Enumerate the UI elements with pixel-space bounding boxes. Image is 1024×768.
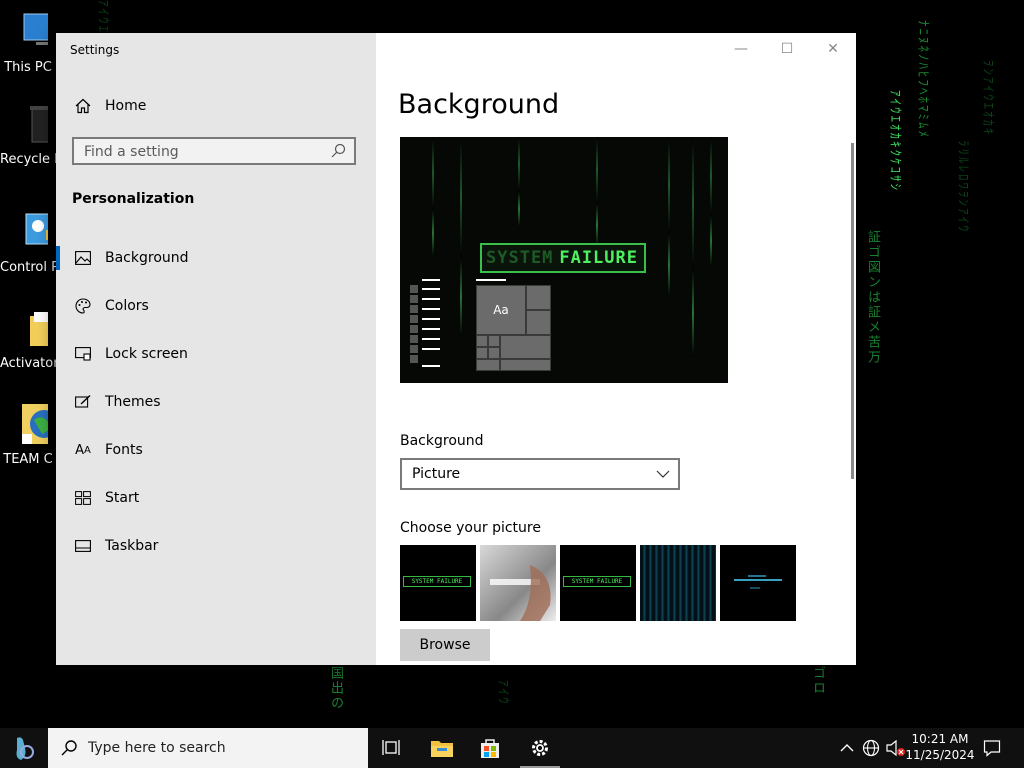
taskbar-clock[interactable]: 10:21 AM 11/25/2024 <box>900 731 980 763</box>
store-icon <box>481 739 499 758</box>
task-view-icon <box>382 740 400 755</box>
background-type-dropdown[interactable]: Picture <box>400 458 680 490</box>
network-globe-icon <box>862 739 880 757</box>
desktop-icon-control-panel[interactable]: Control Panel <box>0 212 67 275</box>
monitor-icon <box>23 13 69 45</box>
desktop-icon-recycle-bin[interactable]: Recycle Bin <box>0 104 64 167</box>
clock-time: 10:21 AM <box>911 732 969 746</box>
preview-banner: SYSTEM FAILURE <box>480 243 646 273</box>
taskbar-search-input[interactable] <box>86 739 350 757</box>
picture-thumbnail[interactable] <box>640 545 716 621</box>
background-preview: SYSTEM FAILURE Aa <box>400 137 728 383</box>
gear-icon <box>532 740 548 756</box>
home-icon <box>74 97 92 115</box>
minimize-icon: — <box>734 41 748 57</box>
sidebar-item-fonts[interactable]: AA Fonts <box>56 430 376 470</box>
desktop-icon-this-pc[interactable]: This PC <box>0 12 69 75</box>
show-hidden-icons-button[interactable] <box>838 728 856 768</box>
recycle-bin-icon <box>30 106 64 143</box>
chevron-down-icon <box>656 470 670 478</box>
sidebar-item-lock-screen[interactable]: Lock screen <box>56 334 376 374</box>
sidebar-item-home[interactable]: Home <box>56 86 376 126</box>
notification-icon <box>983 740 1001 757</box>
chevron-up-icon <box>840 744 854 752</box>
picture-icon <box>74 249 92 267</box>
taskbar-search[interactable] <box>48 728 368 768</box>
search-input[interactable] <box>82 139 326 165</box>
matrix-rain: ﾗﾘﾙﾚﾛﾜｦﾝｱｲｳ <box>955 140 970 234</box>
main-panel: — ☐ ✕ Background SYSTEM FAILURE Aa Backg… <box>376 33 856 665</box>
browse-button[interactable]: Browse <box>400 629 490 661</box>
sidebar: Settings Home Personalization Background… <box>56 33 376 665</box>
sidebar-item-background[interactable]: Background <box>56 238 376 278</box>
search-icon <box>331 143 346 158</box>
background-type-label: Background <box>400 433 484 449</box>
picture-thumbnail[interactable]: SYSTEM FAILURE <box>400 545 476 621</box>
picture-thumbnail[interactable]: SYSTEM FAILURE <box>560 545 636 621</box>
file-explorer-button[interactable] <box>418 728 466 768</box>
sidebar-item-themes[interactable]: Themes <box>56 382 376 422</box>
settings-window: Settings Home Personalization Background… <box>56 33 856 665</box>
lock-screen-icon <box>74 345 92 363</box>
taskbar-icon <box>74 537 92 555</box>
matrix-rain: ゴロ <box>810 666 825 696</box>
file-explorer-icon <box>431 741 453 757</box>
matrix-rain: ｦﾝｱｲｳｴｵｶｷ <box>980 60 995 137</box>
palette-icon <box>74 297 92 315</box>
desktop-icon-team[interactable]: TEAM C <box>0 404 66 467</box>
close-button[interactable]: ✕ <box>810 33 856 65</box>
desktop-icon-activator[interactable]: Activator <box>0 308 62 371</box>
settings-taskbar-button[interactable] <box>516 728 564 768</box>
fonts-icon: AA <box>75 442 91 458</box>
scrollbar[interactable] <box>851 143 854 479</box>
start-logo-icon <box>16 737 34 760</box>
matrix-rain: 証ゴ図ンは証メ苦万 <box>865 230 880 365</box>
folder-icon <box>30 312 62 346</box>
picture-thumbnails: SYSTEM FAILURE SYSTEM FAILURE <box>400 545 800 621</box>
control-panel-icon <box>25 213 67 245</box>
themes-icon <box>74 393 92 411</box>
maximize-button[interactable]: ☐ <box>764 33 810 65</box>
picture-thumbnail[interactable] <box>720 545 796 621</box>
close-icon: ✕ <box>827 41 839 57</box>
microsoft-store-button[interactable] <box>466 728 514 768</box>
start-icon <box>74 489 92 507</box>
clock-date: 11/25/2024 <box>905 748 975 762</box>
matrix-rain: ｱｲｳｴｵｶｷｸｹｺｻｼ <box>887 90 902 192</box>
preview-start-menu <box>404 277 440 371</box>
search-icon <box>61 740 77 756</box>
preview-tiles: Aa <box>476 285 552 371</box>
notifications-button[interactable] <box>980 728 1004 768</box>
taskbar: 10:21 AM 11/25/2024 <box>0 728 1024 768</box>
find-setting-search[interactable] <box>72 137 356 165</box>
matrix-rain: ｱｲｳ <box>495 680 510 706</box>
sidebar-item-taskbar[interactable]: Taskbar <box>56 526 376 566</box>
task-view-button[interactable] <box>368 728 416 768</box>
picture-thumbnail[interactable] <box>480 545 556 621</box>
section-title: Personalization <box>72 191 195 207</box>
page-title: Background <box>398 89 560 120</box>
dropdown-value: Picture <box>412 466 461 482</box>
preview-tile-aa: Aa <box>476 285 526 335</box>
network-button[interactable] <box>860 728 882 768</box>
minimize-button[interactable]: — <box>718 33 764 65</box>
sidebar-item-colors[interactable]: Colors <box>56 286 376 326</box>
choose-picture-label: Choose your picture <box>400 520 541 536</box>
matrix-rain: 国出の <box>328 666 343 711</box>
maximize-icon: ☐ <box>780 41 794 57</box>
matrix-rain: ﾅﾆﾇﾈﾉﾊﾋﾌﾍﾎﾏﾐﾑﾒ <box>915 20 930 139</box>
window-title: Settings <box>70 43 120 57</box>
globe-icon <box>22 404 66 444</box>
sidebar-item-start[interactable]: Start <box>56 478 376 518</box>
start-button[interactable] <box>0 728 48 768</box>
